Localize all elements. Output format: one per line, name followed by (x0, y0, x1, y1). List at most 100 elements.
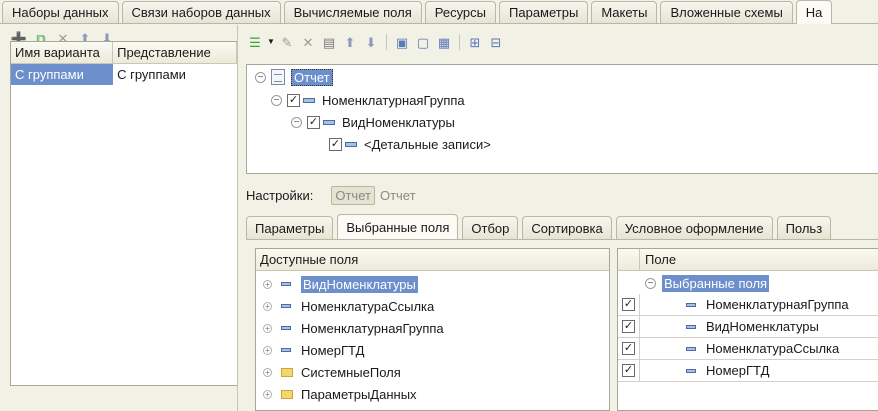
tab-dataset-links[interactable]: Связи наборов данных (121, 1, 281, 23)
checkbox[interactable]: ✓ (622, 320, 635, 333)
field-icon (303, 97, 315, 103)
tab-datasets[interactable]: Наборы данных (2, 1, 119, 23)
toolbar-separator (459, 34, 460, 50)
delete-icon[interactable]: ✕ (299, 33, 317, 51)
checkbox[interactable]: ✓ (622, 298, 635, 311)
list-item[interactable]: + СистемныеПоля (256, 361, 609, 383)
collapse-icon[interactable]: − (291, 116, 302, 128)
collapse-icon[interactable]: − (271, 94, 282, 106)
checkbox[interactable]: ✓ (287, 93, 300, 107)
list-item-label: ВидНоменклатуры (301, 275, 418, 293)
list-item-label: НомерГТД (301, 342, 365, 358)
group-label: Выбранные поля (662, 274, 770, 292)
table-row[interactable]: С группами С группами (11, 64, 237, 85)
checkbox[interactable]: ✓ (329, 137, 342, 151)
expand-all-icon[interactable]: ⊞ (466, 33, 484, 51)
expand-icon[interactable]: + (263, 345, 272, 355)
field-icon (686, 368, 696, 373)
top-tab-bar: Наборы данных Связи наборов данных Вычис… (0, 0, 878, 24)
checkbox[interactable]: ✓ (622, 364, 635, 377)
move-up-icon[interactable]: ⬆ (341, 33, 359, 51)
divider (246, 239, 878, 240)
field-icon (345, 141, 357, 147)
edit-icon[interactable]: ✎ (278, 33, 296, 51)
tree-node-label: НоменклатурнаяГруппа (322, 92, 465, 108)
tree-node-detail-records[interactable]: ✓ <Детальные записи> (329, 134, 491, 154)
table-row[interactable]: ✓ НоменклатураСсылка (618, 337, 878, 360)
column-header-variant-name[interactable]: Имя варианта (11, 42, 114, 63)
field-icon (281, 348, 291, 352)
tree-node-report[interactable]: − Отчет (255, 67, 333, 87)
selected-fields-group[interactable]: − Выбранные поля (618, 272, 878, 294)
tab-resources[interactable]: Ресурсы (424, 1, 497, 23)
settings-label: Настройки: (246, 188, 314, 203)
tree-node-subgrouping[interactable]: − ✓ ВидНоменклатуры (291, 112, 455, 132)
tab-calculated-fields[interactable]: Вычисляемые поля (283, 1, 422, 23)
tab-layouts[interactable]: Макеты (591, 1, 658, 23)
settings-tab-bar: Параметры Выбранные поля Отбор Сортировк… (246, 214, 835, 239)
tab-parameters[interactable]: Параметры (246, 216, 334, 239)
list-item[interactable]: + ПараметрыДанных (256, 383, 609, 405)
field-icon (281, 282, 291, 286)
expand-icon[interactable]: + (263, 367, 272, 377)
field-label: НомерГТД (706, 363, 770, 378)
move-down-icon[interactable]: ⬇ (362, 33, 380, 51)
field-icon (323, 119, 335, 125)
expand-icon[interactable]: + (263, 389, 272, 399)
checkbox[interactable]: ✓ (622, 342, 635, 355)
list-item-label: НоменклатураСсылка (301, 298, 435, 314)
field-label: ВидНоменклатуры (706, 319, 819, 334)
tab-sorting[interactable]: Сортировка (522, 216, 612, 239)
settings-value: Отчет (379, 188, 416, 203)
settings-chip[interactable]: Отчет (331, 186, 375, 205)
list-item-label: СистемныеПоля (301, 364, 401, 380)
field-icon (686, 324, 696, 329)
tab-nested-schemas[interactable]: Вложенные схемы (660, 1, 793, 23)
structure-tree: − Отчет − ✓ НоменклатурнаяГруппа − ✓ Вид… (246, 64, 878, 174)
variant-name-cell[interactable]: С группами (11, 64, 114, 85)
list-item[interactable]: + НомерГТД (256, 339, 609, 361)
column-header-presentation[interactable]: Представление (113, 42, 237, 63)
tree-node-label: <Детальные записи> (364, 136, 491, 152)
ungroup-icon[interactable]: ▢ (414, 33, 432, 51)
list-item-label: НоменклатурнаяГруппа (301, 320, 444, 336)
expand-icon[interactable]: + (263, 279, 272, 289)
selected-fields-table: Поле − Выбранные поля ✓ НоменклатурнаяГр… (617, 248, 878, 411)
tree-node-label: ВидНоменклатуры (342, 114, 455, 130)
panel-divider[interactable] (237, 25, 238, 411)
tab-parameters[interactable]: Параметры (499, 1, 589, 23)
list-item[interactable]: + НоменклатурнаяГруппа (256, 317, 609, 339)
field-icon (686, 302, 696, 307)
tab-conditional-formatting[interactable]: Условное оформление (615, 216, 773, 239)
group-icon[interactable]: ▣ (393, 33, 411, 51)
tree-node-grouping[interactable]: − ✓ НоменклатурнаяГруппа (271, 90, 465, 110)
variants-table-header: Имя варианта Представление (11, 42, 237, 64)
properties-icon[interactable]: ▤ (320, 33, 338, 51)
report-icon[interactable]: ▦ (435, 33, 453, 51)
list-item[interactable]: + ВидНоменклатуры (256, 273, 609, 295)
chevron-down-icon[interactable]: ▼ (267, 33, 275, 51)
tab-user-fields[interactable]: Польз (776, 216, 832, 239)
variant-presentation-cell[interactable]: С группами (113, 64, 237, 85)
column-header-field[interactable]: Поле (640, 252, 676, 267)
available-fields-title: Доступные поля (260, 252, 359, 267)
collapse-icon[interactable]: − (255, 71, 266, 83)
list-item[interactable]: + НоменклатураСсылка (256, 295, 609, 317)
tab-filter[interactable]: Отбор (462, 216, 519, 239)
tab-selected-fields[interactable]: Выбранные поля (337, 214, 459, 239)
expand-icon[interactable]: + (263, 323, 272, 333)
checkbox[interactable]: ✓ (307, 115, 320, 129)
structure-toolbar: ☰ ▼ ✎ ✕ ▤ ⬆ ⬇ ▣ ▢ ▦ ⊞ ⊟ (246, 33, 505, 51)
add-grouping-icon[interactable]: ☰ (246, 33, 264, 51)
expand-icon[interactable]: + (263, 301, 272, 311)
table-row[interactable]: ✓ ВидНоменклатуры (618, 315, 878, 338)
collapse-icon[interactable]: − (645, 277, 656, 289)
collapse-all-icon[interactable]: ⊟ (487, 33, 505, 51)
field-label: НоменклатураСсылка (706, 341, 840, 356)
tab-settings[interactable]: На (795, 0, 833, 24)
table-row[interactable]: ✓ НоменклатурнаяГруппа (618, 293, 878, 316)
available-fields-header: Доступные поля (256, 249, 609, 271)
field-icon (281, 304, 291, 308)
table-row[interactable]: ✓ НомерГТД (618, 359, 878, 382)
settings-selector: Настройки: Отчет Отчет (246, 186, 416, 205)
